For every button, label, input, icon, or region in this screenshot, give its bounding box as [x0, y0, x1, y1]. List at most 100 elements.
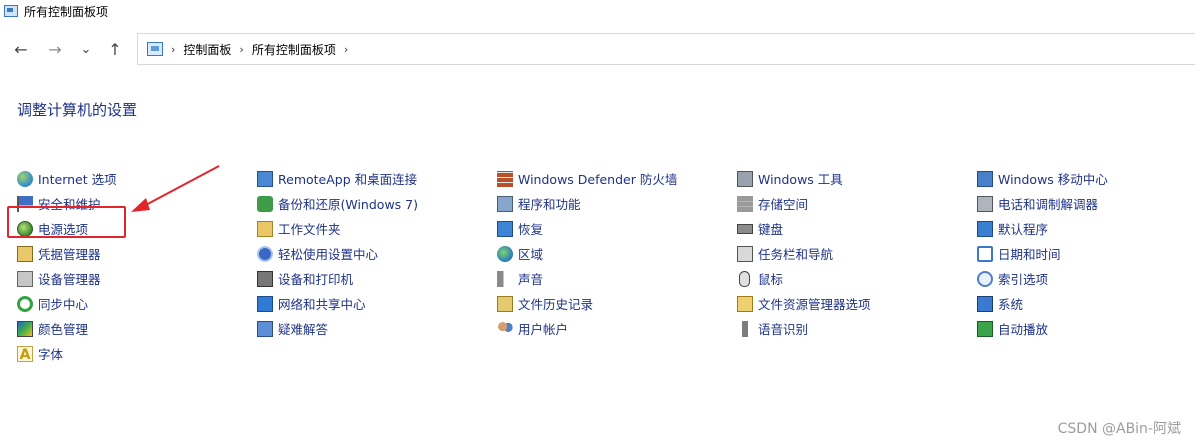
item-label: 系统	[998, 297, 1024, 312]
item-storage-spaces[interactable]: 存储空间	[737, 191, 871, 216]
mobility-center-icon	[977, 170, 993, 187]
item-label: 颜色管理	[38, 322, 89, 337]
fonts-icon: A	[17, 345, 33, 363]
taskbar-icon	[737, 245, 753, 262]
item-label: 键盘	[758, 222, 784, 237]
item-color-management[interactable]: 颜色管理	[17, 316, 117, 341]
item-keyboard[interactable]: 键盘	[737, 216, 871, 241]
item-explorer-options[interactable]: 文件资源管理器选项	[737, 291, 871, 316]
item-label: 语音识别	[758, 322, 809, 337]
items-column-3: Windows Defender 防火墙 程序和功能 恢复 区域 声音 文件历史…	[497, 166, 677, 341]
sync-center-icon	[17, 295, 33, 312]
item-label: 任务栏和导航	[758, 247, 834, 262]
breadcrumb-all-items[interactable]: 所有控制面板项	[252, 41, 336, 58]
item-windows-tools[interactable]: Windows 工具	[737, 166, 871, 191]
item-region[interactable]: 区域	[497, 241, 677, 266]
item-user-accounts[interactable]: 用户帐户	[497, 316, 677, 341]
item-label: 索引选项	[998, 272, 1049, 287]
item-label: Windows 工具	[758, 172, 843, 187]
item-label: 文件资源管理器选项	[758, 297, 871, 312]
sound-icon	[497, 270, 513, 287]
items-column-2: RemoteApp 和桌面连接 备份和还原(Windows 7) 工作文件夹 轻…	[257, 166, 418, 341]
item-indexing-options[interactable]: 索引选项	[977, 266, 1108, 291]
item-date-time[interactable]: 日期和时间	[977, 241, 1108, 266]
default-programs-icon	[977, 220, 993, 237]
item-label: 存储空间	[758, 197, 809, 212]
item-taskbar[interactable]: 任务栏和导航	[737, 241, 871, 266]
programs-features-icon	[497, 195, 513, 212]
windows-tools-icon	[737, 170, 753, 187]
autoplay-icon	[977, 320, 993, 337]
item-label: 同步中心	[38, 297, 89, 312]
item-firewall[interactable]: Windows Defender 防火墙	[497, 166, 677, 191]
items-column-4: Windows 工具 存储空间 键盘 任务栏和导航 鼠标 文件资源管理器选项 语…	[737, 166, 871, 341]
item-label: 设备和打印机	[278, 272, 354, 287]
item-label: 用户帐户	[518, 322, 569, 337]
watermark: CSDN @ABin-阿斌	[1057, 421, 1181, 437]
item-network-sharing[interactable]: 网络和共享中心	[257, 291, 418, 316]
color-management-icon	[17, 320, 33, 337]
item-label: 声音	[518, 272, 544, 287]
item-devices-printers[interactable]: 设备和打印机	[257, 266, 418, 291]
item-sound[interactable]: 声音	[497, 266, 677, 291]
system-icon	[977, 295, 993, 312]
region-icon	[497, 245, 513, 262]
item-remoteapp[interactable]: RemoteApp 和桌面连接	[257, 166, 418, 191]
item-label: 工作文件夹	[278, 222, 341, 237]
annotation-arrow	[131, 165, 220, 212]
item-label: 电话和调制解调器	[998, 197, 1099, 212]
item-label: 备份和还原(Windows 7)	[278, 197, 418, 212]
item-programs-features[interactable]: 程序和功能	[497, 191, 677, 216]
item-fonts[interactable]: A 字体	[17, 341, 117, 366]
item-label: 自动播放	[998, 322, 1049, 337]
user-accounts-icon	[497, 320, 513, 337]
storage-spaces-icon	[737, 195, 753, 212]
item-recovery[interactable]: 恢复	[497, 216, 677, 241]
arrow-shaft	[141, 165, 220, 208]
date-time-icon	[977, 245, 993, 262]
items-column-5: Windows 移动中心 电话和调制解调器 默认程序 日期和时间 索引选项 系统…	[977, 166, 1108, 341]
recovery-icon	[497, 220, 513, 237]
item-ease-of-access[interactable]: 轻松使用设置中心	[257, 241, 418, 266]
speech-recognition-icon	[737, 320, 753, 337]
item-label: RemoteApp 和桌面连接	[278, 172, 418, 187]
keyboard-icon	[737, 223, 753, 234]
item-default-programs[interactable]: 默认程序	[977, 216, 1108, 241]
item-device-manager[interactable]: 设备管理器	[17, 266, 117, 291]
troubleshooting-icon	[257, 320, 273, 337]
explorer-options-icon	[737, 295, 753, 312]
chevron-right-icon[interactable]: ›	[344, 43, 348, 56]
item-label: 鼠标	[758, 272, 784, 287]
item-label: 轻松使用设置中心	[278, 247, 379, 262]
item-autoplay[interactable]: 自动播放	[977, 316, 1108, 341]
devices-printers-icon	[257, 270, 273, 287]
item-mouse[interactable]: 鼠标	[737, 266, 871, 291]
phone-modem-icon	[977, 195, 993, 212]
item-label: Windows 移动中心	[998, 172, 1108, 187]
item-sync-center[interactable]: 同步中心	[17, 291, 117, 316]
address-bar[interactable]: › 控制面板 › 所有控制面板项 ›	[137, 33, 1195, 65]
file-history-icon	[497, 295, 513, 312]
item-label: 疑难解答	[278, 322, 329, 337]
item-mobility-center[interactable]: Windows 移动中心	[977, 166, 1108, 191]
item-label: 文件历史记录	[518, 297, 594, 312]
item-system[interactable]: 系统	[977, 291, 1108, 316]
item-label: 设备管理器	[38, 272, 101, 287]
item-speech-recognition[interactable]: 语音识别	[737, 316, 871, 341]
item-label: Windows Defender 防火墙	[518, 172, 678, 187]
item-file-history[interactable]: 文件历史记录	[497, 291, 677, 316]
item-work-folders[interactable]: 工作文件夹	[257, 216, 418, 241]
item-label: 程序和功能	[518, 197, 581, 212]
firewall-icon	[497, 170, 513, 187]
item-troubleshooting[interactable]: 疑难解答	[257, 316, 418, 341]
item-label: 恢复	[518, 222, 544, 237]
network-sharing-icon	[257, 295, 273, 312]
mouse-icon	[739, 270, 750, 287]
arrow-head	[131, 198, 150, 212]
item-label: 网络和共享中心	[278, 297, 366, 312]
item-label: 日期和时间	[998, 247, 1061, 262]
item-label: 区域	[518, 247, 544, 262]
item-backup-restore[interactable]: 备份和还原(Windows 7)	[257, 191, 418, 216]
item-phone-modem[interactable]: 电话和调制解调器	[977, 191, 1108, 216]
item-label: 默认程序	[998, 222, 1049, 237]
